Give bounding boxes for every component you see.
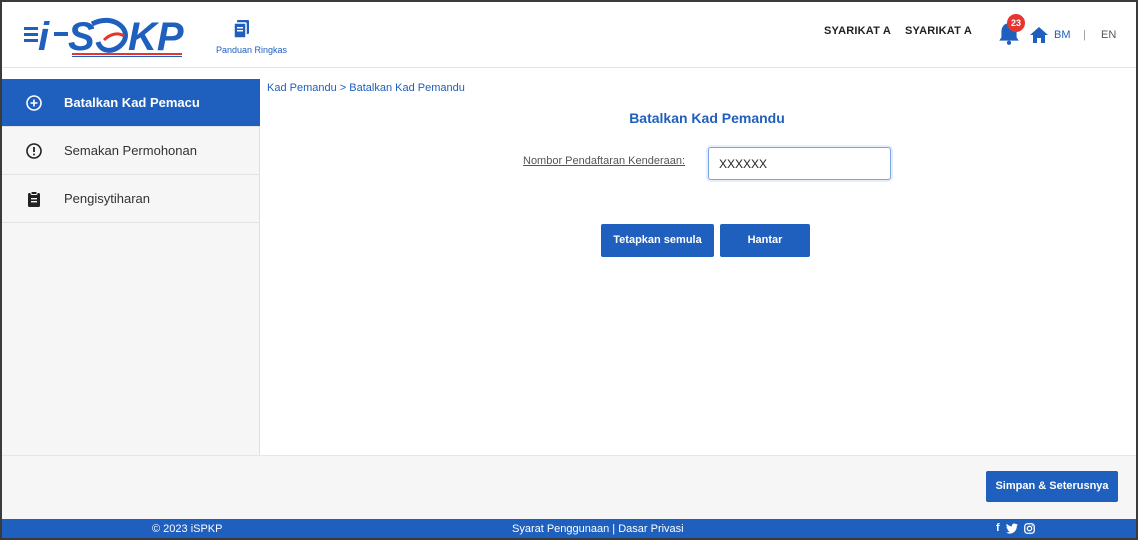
quick-guide-link[interactable]: Panduan Ringkas [216, 20, 288, 60]
app-logo[interactable]: i S KP [24, 12, 214, 60]
sidebar: Batalkan Kad Pemacu Semakan Permohonan P… [2, 79, 260, 455]
facebook-icon[interactable]: f [996, 522, 1000, 534]
sidebar-item-semakan-permohonan[interactable]: Semakan Permohonan [2, 127, 260, 175]
top-header: i S KP Panduan Ringkas SYARIKAT A SYARIK… [2, 2, 1136, 68]
submit-button[interactable]: Hantar [720, 224, 810, 257]
quick-guide-label: Panduan Ringkas [216, 45, 288, 55]
company-name-primary[interactable]: SYARIKAT A [824, 25, 891, 37]
app-window: i S KP Panduan Ringkas SYARIKAT A SYARIK… [0, 0, 1138, 540]
sidebar-item-batalkan-kad[interactable]: Batalkan Kad Pemacu [2, 79, 260, 127]
svg-text:KP: KP [128, 15, 184, 59]
vehicle-registration-input[interactable] [708, 147, 891, 180]
footer: © 2023 iSPKP Syarat Penggunaan | Dasar P… [2, 519, 1136, 538]
plus-circle-icon [26, 94, 42, 111]
notification-count-badge: 23 [1007, 14, 1025, 32]
save-and-continue-button[interactable]: Simpan & Seterusnya [986, 471, 1118, 502]
page-title: Batalkan Kad Pemandu [629, 110, 785, 126]
clipboard-icon [28, 190, 40, 207]
menu-icon[interactable] [24, 27, 38, 42]
alert-circle-icon [26, 142, 42, 159]
svg-text:i: i [38, 15, 50, 59]
sidebar-item-pengisytiharan[interactable]: Pengisytiharan [2, 175, 260, 223]
breadcrumb[interactable]: Kad Pemandu > Batalkan Kad Pemandu [267, 82, 465, 94]
sidebar-item-label: Batalkan Kad Pemacu [64, 95, 200, 110]
twitter-icon[interactable] [1005, 523, 1018, 534]
language-en-link[interactable]: EN [1101, 29, 1116, 41]
language-separator: | [1083, 29, 1086, 41]
vehicle-registration-label: Nombor Pendaftaran Kenderaan: [523, 155, 686, 167]
sidebar-item-label: Semakan Permohonan [64, 143, 197, 158]
svg-text:S: S [68, 15, 95, 59]
company-name-secondary[interactable]: SYARIKAT A [905, 25, 972, 37]
language-bm-link[interactable]: BM [1054, 29, 1071, 41]
copyright-text: © 2023 iSPKP [152, 523, 223, 535]
home-icon[interactable] [1030, 27, 1048, 43]
social-links: f [996, 522, 1035, 534]
instagram-icon[interactable] [1023, 523, 1035, 534]
sidebar-item-label: Pengisytiharan [64, 191, 150, 206]
action-bar [2, 455, 1136, 519]
footer-links[interactable]: Syarat Penggunaan | Dasar Privasi [512, 523, 684, 535]
reset-button[interactable]: Tetapkan semula [601, 224, 714, 257]
book-icon [234, 20, 249, 38]
